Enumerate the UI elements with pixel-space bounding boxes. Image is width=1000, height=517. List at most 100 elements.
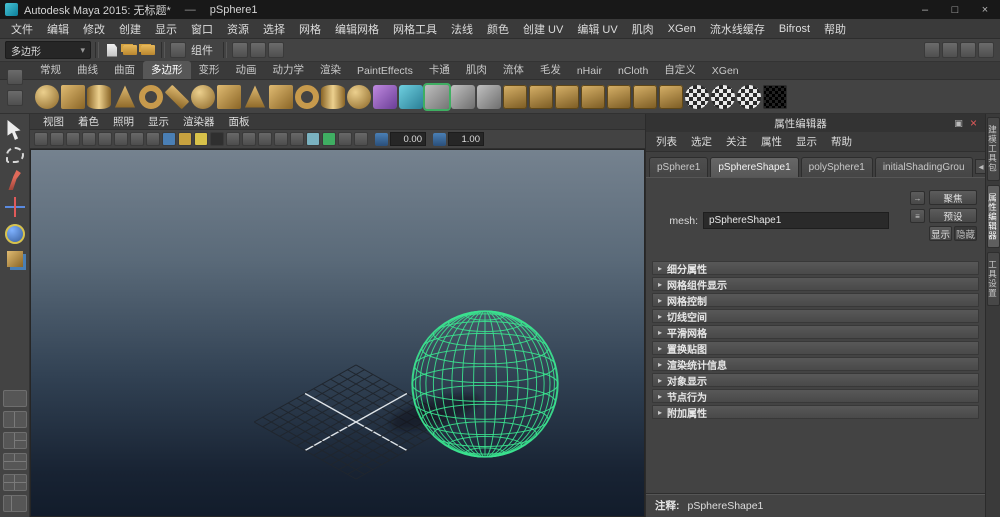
spin-edge-icon[interactable] bbox=[659, 84, 683, 109]
attribute-editor-menu-item[interactable]: 列表 bbox=[649, 134, 684, 149]
shelf-tab[interactable]: 多边形 bbox=[143, 61, 191, 79]
menu-item[interactable]: 网格 bbox=[292, 21, 328, 37]
toggle-attribute-editor-icon[interactable] bbox=[942, 42, 958, 58]
sequence-time-icon[interactable] bbox=[274, 132, 288, 146]
viewport-canvas[interactable] bbox=[30, 149, 645, 517]
sidebar-vertical-tab[interactable]: 建模工具包 bbox=[986, 117, 1000, 181]
multisample-icon[interactable] bbox=[258, 132, 272, 146]
open-scene-icon[interactable] bbox=[121, 41, 139, 59]
smooth-sculpt-icon[interactable] bbox=[399, 84, 423, 109]
attribute-editor-menu-item[interactable]: 属性 bbox=[754, 134, 789, 149]
shelf-tab[interactable]: 动力学 bbox=[265, 61, 313, 79]
shadows-icon[interactable] bbox=[210, 132, 224, 146]
attribute-editor-menu-item[interactable]: 显示 bbox=[789, 134, 824, 149]
menu-item[interactable]: XGen bbox=[661, 23, 703, 35]
attribute-section-header[interactable]: 对象显示 bbox=[652, 373, 979, 388]
menu-item[interactable]: 修改 bbox=[76, 21, 112, 37]
extrude-icon[interactable] bbox=[555, 84, 579, 109]
grid-toggle-icon[interactable] bbox=[34, 132, 48, 146]
rotate-tool-icon[interactable] bbox=[4, 224, 25, 244]
poly-cube-icon[interactable] bbox=[61, 84, 85, 109]
viewport-menu-item[interactable]: 着色 bbox=[71, 114, 106, 129]
poly-disc-icon[interactable] bbox=[191, 84, 215, 109]
mesh-name-field[interactable]: pSphereShape1 bbox=[703, 212, 889, 229]
object-mode-icon[interactable] bbox=[170, 42, 186, 58]
menu-item[interactable]: 网格工具 bbox=[386, 21, 444, 37]
shelf-tab[interactable]: nHair bbox=[569, 64, 610, 79]
shelf-tab[interactable]: 渲染 bbox=[312, 61, 349, 79]
select-by-object-icon[interactable] bbox=[268, 42, 284, 58]
menu-item[interactable]: 帮助 bbox=[817, 21, 853, 37]
shelf-tab[interactable]: XGen bbox=[704, 64, 747, 79]
two-pane-layout-button[interactable] bbox=[2, 411, 27, 428]
attribute-editor-menu-item[interactable]: 选定 bbox=[684, 134, 719, 149]
shelf-tab[interactable]: 变形 bbox=[191, 61, 228, 79]
combine-icon[interactable] bbox=[451, 84, 475, 109]
attribute-editor-tab[interactable]: polySphere1 bbox=[800, 157, 873, 177]
viewport-menu-item[interactable]: 视图 bbox=[36, 114, 71, 129]
shelf-tab[interactable]: 卡通 bbox=[421, 61, 458, 79]
motion-blur-icon[interactable] bbox=[242, 132, 256, 146]
uv-snapshot-icon[interactable] bbox=[763, 84, 787, 109]
bridge-icon[interactable] bbox=[607, 84, 631, 109]
notes-value[interactable]: pSphereShape1 bbox=[688, 500, 764, 512]
wireframe-mode-icon[interactable] bbox=[146, 132, 160, 146]
viewport-menu-item[interactable]: 显示 bbox=[141, 114, 176, 129]
attribute-section-header[interactable]: 细分属性 bbox=[652, 261, 979, 276]
attribute-editor-menu-item[interactable]: 帮助 bbox=[824, 134, 859, 149]
poly-cone-icon[interactable] bbox=[114, 85, 136, 108]
attribute-section-header[interactable]: 切线空间 bbox=[652, 309, 979, 324]
copy-attributes-icon[interactable]: ≡ bbox=[910, 209, 925, 223]
shelf-tab[interactable]: 毛发 bbox=[532, 61, 569, 79]
toggle-modeling-toolkit-icon[interactable] bbox=[924, 42, 940, 58]
shelf-tab[interactable]: 流体 bbox=[495, 61, 532, 79]
sidebar-vertical-tab[interactable]: 工具设置 bbox=[986, 252, 1000, 306]
attribute-section-header[interactable]: 网格组件显示 bbox=[652, 277, 979, 292]
poly-cylinder-icon[interactable] bbox=[87, 84, 111, 109]
smooth-icon[interactable] bbox=[529, 84, 553, 109]
menu-item[interactable]: 颜色 bbox=[480, 21, 516, 37]
uv-checker-icon-2[interactable] bbox=[711, 84, 735, 109]
menu-item[interactable]: 显示 bbox=[148, 21, 184, 37]
minimize-button[interactable]: – bbox=[910, 0, 940, 19]
poly-pipe-icon[interactable] bbox=[295, 84, 319, 109]
toggle-channel-box-icon[interactable] bbox=[978, 42, 994, 58]
safe-action-icon[interactable] bbox=[114, 132, 128, 146]
menu-item[interactable]: 编辑 UV bbox=[570, 21, 624, 37]
poly-helix-icon[interactable] bbox=[321, 84, 345, 109]
attribute-editor-tab[interactable]: pSphere1 bbox=[649, 157, 709, 177]
close-button[interactable]: × bbox=[970, 0, 1000, 19]
menu-item[interactable]: 创建 UV bbox=[516, 21, 570, 37]
poly-soccer-ball-icon[interactable] bbox=[347, 84, 371, 109]
shelf-menu-icon[interactable] bbox=[7, 68, 23, 85]
poly-prism-icon[interactable] bbox=[269, 84, 293, 109]
field-chart-icon[interactable] bbox=[98, 132, 112, 146]
poly-torus-icon[interactable] bbox=[139, 84, 163, 109]
platonic-solid-icon[interactable] bbox=[217, 84, 241, 109]
gate-mask-icon[interactable] bbox=[82, 132, 96, 146]
extract-icon[interactable] bbox=[503, 84, 527, 109]
attribute-editor-menu-item[interactable]: 关注 bbox=[719, 134, 754, 149]
safe-title-icon[interactable] bbox=[130, 132, 144, 146]
multi-cut-tool-icon[interactable] bbox=[425, 84, 449, 109]
menu-item[interactable]: 创建 bbox=[112, 21, 148, 37]
maximize-button[interactable]: □ bbox=[940, 0, 970, 19]
attribute-section-header[interactable]: 平滑网格 bbox=[652, 325, 979, 340]
shelf-tab[interactable]: 肌肉 bbox=[458, 61, 495, 79]
paint-effects-off-icon[interactable] bbox=[354, 132, 368, 146]
move-tool-icon[interactable] bbox=[4, 197, 25, 217]
default-material-icon[interactable] bbox=[338, 132, 352, 146]
shelf-tab[interactable]: 动画 bbox=[228, 61, 265, 79]
select-node-icon[interactable]: → bbox=[910, 191, 925, 205]
viewport-canvas-svg[interactable] bbox=[31, 150, 644, 516]
mirror-geometry-icon[interactable] bbox=[633, 84, 657, 109]
resolution-gate-icon[interactable] bbox=[66, 132, 80, 146]
menu-item[interactable]: 肌肉 bbox=[625, 21, 661, 37]
sculpt-objects-icon[interactable] bbox=[373, 84, 397, 109]
new-scene-icon[interactable] bbox=[103, 41, 121, 59]
xray-icon[interactable] bbox=[306, 132, 320, 146]
gamma-field[interactable]: 1.00 bbox=[433, 132, 484, 146]
uv-checker-icon-3[interactable] bbox=[737, 84, 761, 109]
menu-item[interactable]: 编辑 bbox=[40, 21, 76, 37]
menu-item[interactable]: 资源 bbox=[220, 21, 256, 37]
